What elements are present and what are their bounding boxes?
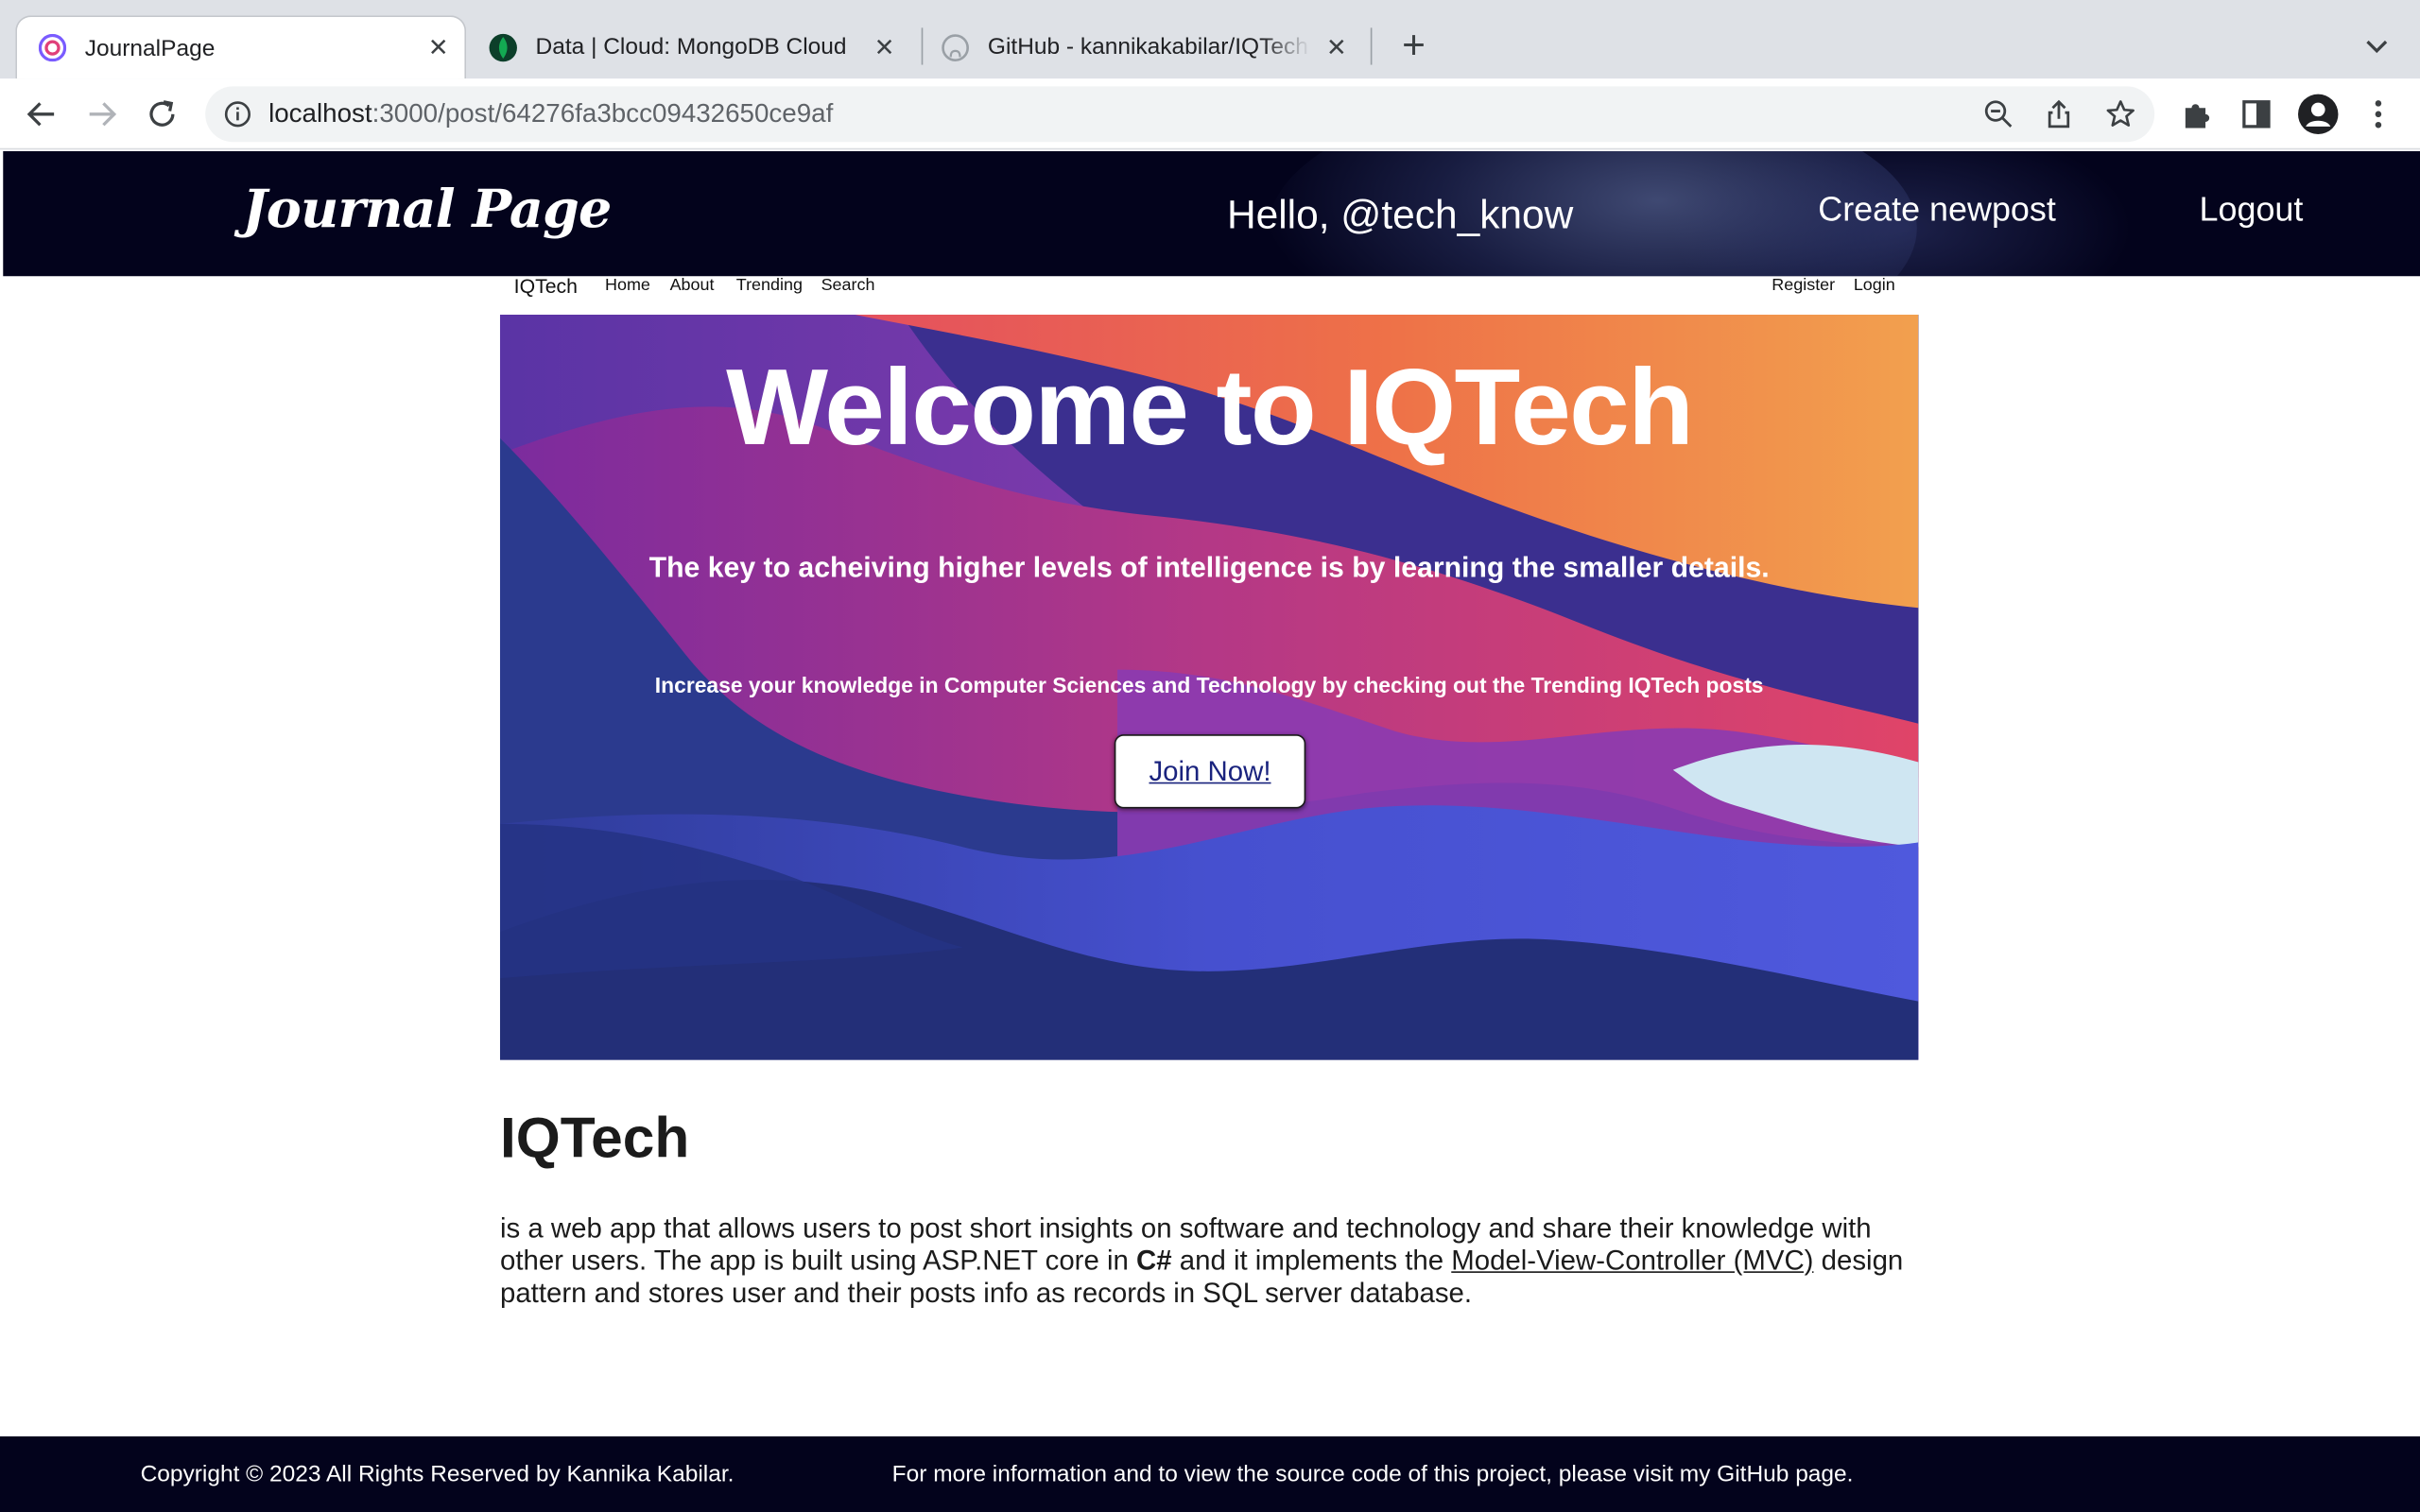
iqtech-nav-login: Login bbox=[1853, 276, 1895, 295]
mongodb-leaf-icon bbox=[489, 33, 517, 61]
site-footer: Copyright © 2023 All Rights Reserved by … bbox=[0, 1435, 2420, 1512]
hero-tagline: Increase your knowledge in Computer Scie… bbox=[654, 672, 1764, 697]
iqtech-hero-image: Welcome to IQTech The key to acheiving h… bbox=[499, 315, 1919, 1060]
new-tab-plus-icon[interactable]: + bbox=[1397, 25, 1431, 64]
iqtech-nav-home: Home bbox=[604, 276, 650, 295]
iqtech-nav-trending: Trending bbox=[735, 276, 804, 295]
close-tab-icon[interactable]: ✕ bbox=[1322, 33, 1350, 61]
github-icon bbox=[942, 33, 969, 61]
close-tab-icon[interactable]: ✕ bbox=[424, 34, 452, 62]
close-tab-icon[interactable]: ✕ bbox=[871, 33, 898, 61]
post-text: and it implements the bbox=[1171, 1245, 1452, 1277]
join-now-button: Join Now! bbox=[1114, 734, 1306, 809]
hero-subtitle: The key to acheiving higher levels of in… bbox=[648, 550, 1770, 584]
tab-title: JournalPage bbox=[84, 34, 216, 61]
url-host: localhost bbox=[268, 98, 372, 129]
post-heading: IQTech bbox=[499, 1106, 690, 1170]
reload-icon[interactable] bbox=[144, 95, 181, 132]
site-info-icon[interactable] bbox=[224, 100, 251, 128]
tab-separator bbox=[1370, 27, 1373, 65]
browser-toolbar: localhost:3000/post/64276fa3bcc09432650c… bbox=[0, 78, 2420, 150]
post-text-bold: C# bbox=[1136, 1245, 1172, 1277]
tab-title: GitHub - kannikakabilar/IQTech bbox=[987, 33, 1308, 60]
footer-copyright: Copyright © 2023 All Rights Reserved by … bbox=[140, 1461, 735, 1487]
browser-menu-kebab-icon[interactable] bbox=[2361, 97, 2395, 131]
tab-github[interactable]: GitHub - kannikakabilar/IQTech ✕ bbox=[923, 15, 1362, 78]
tab-mongodb[interactable]: Data | Cloud: MongoDB Cloud ✕ bbox=[471, 15, 910, 78]
url-path: :3000/post/64276fa3bcc09432650ce9af bbox=[372, 98, 834, 129]
tab-strip: JournalPage ✕ Data | Cloud: MongoDB Clou… bbox=[0, 0, 2420, 79]
extensions-puzzle-icon[interactable] bbox=[2179, 97, 2213, 131]
browser-window: JournalPage ✕ Data | Cloud: MongoDB Clou… bbox=[0, 0, 2420, 1512]
zoom-out-icon[interactable] bbox=[1983, 98, 2014, 129]
create-newpost-link[interactable]: Create newpost bbox=[1818, 190, 2056, 230]
tab-journalpage[interactable]: JournalPage ✕ bbox=[15, 15, 467, 79]
iqtech-nav-about: About bbox=[669, 276, 715, 295]
bookmark-star-icon[interactable] bbox=[2105, 98, 2136, 129]
tab-search-chevron-icon[interactable] bbox=[2361, 31, 2393, 62]
iqtech-navbar-image: IQTech Home About Trending Search Regist… bbox=[500, 274, 1918, 313]
iqtech-nav-register: Register bbox=[1772, 276, 1836, 295]
site-logo[interactable]: Journal Page bbox=[242, 179, 612, 240]
forward-arrow-icon[interactable] bbox=[83, 95, 120, 132]
logout-link[interactable]: Logout bbox=[2200, 190, 2304, 230]
back-arrow-icon[interactable] bbox=[23, 95, 60, 132]
footer-github-info[interactable]: For more information and to view the sou… bbox=[892, 1461, 1854, 1487]
iqtech-brand: IQTech bbox=[513, 274, 578, 299]
site-header: Journal Page Hello, @tech_know Create ne… bbox=[3, 150, 2420, 277]
url-text: localhost:3000/post/64276fa3bcc09432650c… bbox=[268, 98, 833, 129]
tab-title: Data | Cloud: MongoDB Cloud bbox=[535, 33, 847, 60]
address-bar[interactable]: localhost:3000/post/64276fa3bcc09432650c… bbox=[205, 86, 2155, 143]
share-icon[interactable] bbox=[2044, 98, 2075, 129]
journalpage-favicon bbox=[38, 33, 67, 62]
profile-avatar-icon[interactable] bbox=[2296, 93, 2340, 136]
post-body: is a web app that allows users to post s… bbox=[500, 1212, 1935, 1310]
hero-title: Welcome to IQTech bbox=[726, 347, 1694, 468]
side-panel-icon[interactable] bbox=[2239, 97, 2273, 131]
iqtech-nav-search: Search bbox=[821, 276, 875, 295]
mvc-link[interactable]: Model-View-Controller (MVC) bbox=[1451, 1246, 1813, 1277]
user-greeting: Hello, @tech_know bbox=[1226, 191, 1574, 238]
